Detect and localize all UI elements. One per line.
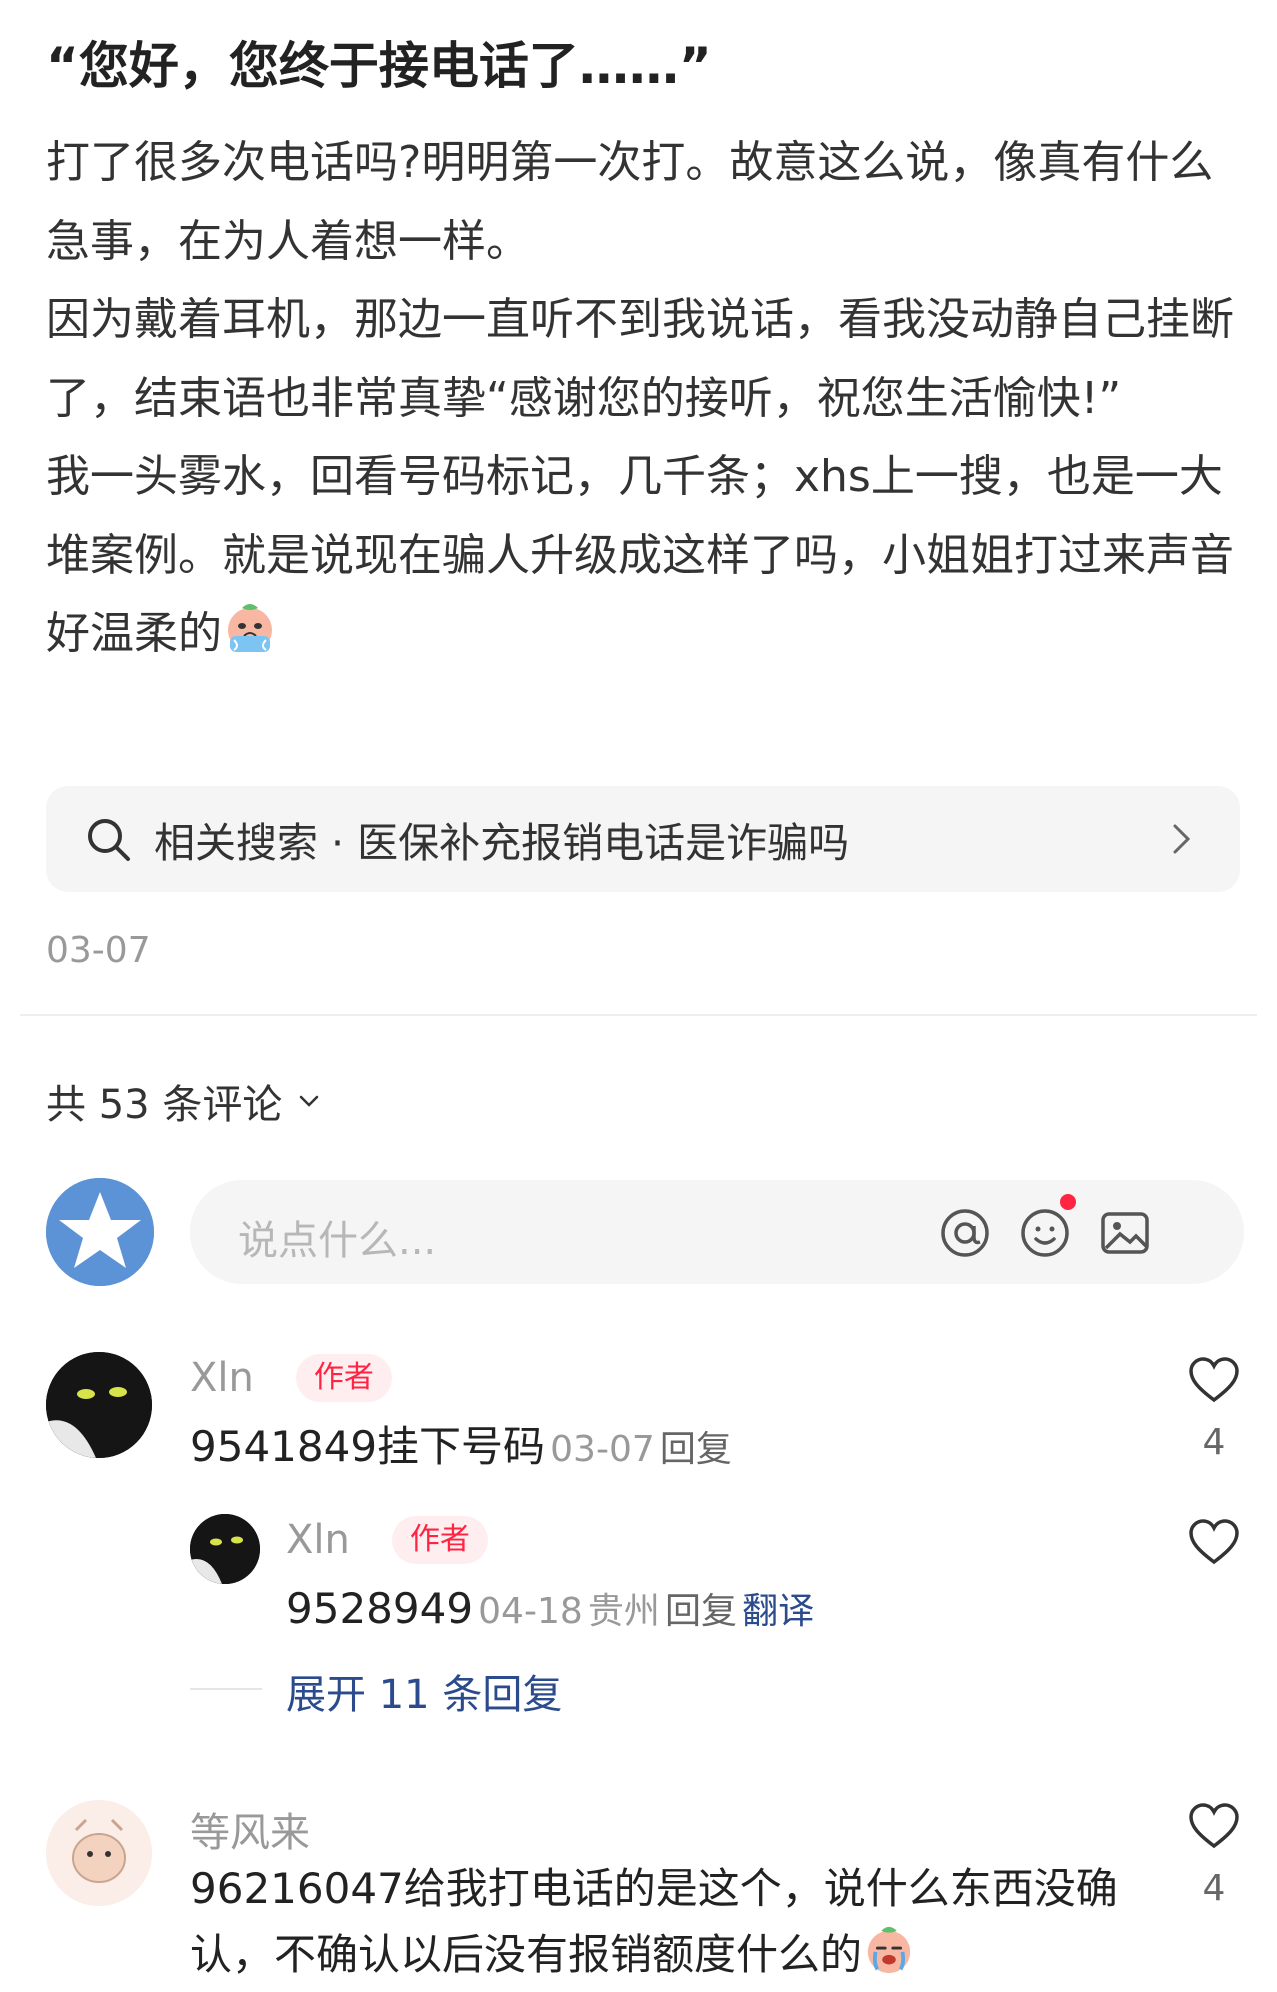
comment-body[interactable]: 96216047给我打电话的是这个，说什么东西没确认，不确认以后没有报销额度什么… [190,1856,1120,1988]
my-avatar[interactable] [46,1178,154,1286]
author-badge: 作者 [391,1516,488,1564]
crying-emoji-icon [228,604,272,652]
black-cat-avatar-icon [46,1352,152,1458]
reply-button[interactable]: 回复 [665,1591,737,1632]
notification-dot [1060,1194,1076,1210]
post-paragraph-2: 因为戴着耳机，那边一直听不到我说话，看我没动静自己挂断了，结束语也非常真挚“感谢… [46,294,1234,424]
post-paragraph-3: 我一头雾水，回看号码标记，几千条；xhs上一搜，也是一大堆案例。就是说现在骗人升… [46,438,1236,674]
hamster-avatar-icon [46,1800,152,1906]
crying-face-emoji-icon [867,1926,911,1974]
like-count: 4 [1202,1422,1226,1463]
comments-count-toggle[interactable]: 共 53 条评论 [46,1072,324,1130]
reply-author-name[interactable]: Xln [286,1517,350,1563]
search-icon [88,819,130,861]
expand-divider [190,1688,262,1690]
comment-header: Xln 作者 [190,1354,392,1402]
commenter-name[interactable]: Xln [190,1355,254,1401]
black-cat-avatar-icon [190,1514,260,1584]
mention-icon[interactable] [938,1206,992,1260]
comment-input[interactable]: 说点什么... [190,1180,1244,1284]
comment-text: 9541849挂下号码 [190,1422,546,1471]
commenter-name[interactable]: 等风来 [190,1800,310,1858]
reply-avatar[interactable] [190,1514,260,1584]
related-search-label: 相关搜索 · 医保补充报销电话是诈骗吗 [154,819,850,867]
post-title: “您好，您终于接电话了……” [46,37,712,95]
post-paragraph-1: 打了很多次电话吗?明明第一次打。故意这么说，像真有什么急事，在为人着想一样。 [46,137,1214,267]
comment-body[interactable]: 9541849挂下号码 03-07 回复 [190,1414,732,1480]
chevron-right-icon [1173,824,1191,854]
reply-text: 9528949 [286,1584,474,1633]
chevron-down-icon [300,1095,319,1107]
image-icon[interactable] [1098,1206,1152,1260]
related-search-bar[interactable]: 相关搜索 · 医保补充报销电话是诈骗吗 [46,786,1240,892]
divider [20,1014,1257,1016]
comment-text: 96216047给我打电话的是这个，说什么东西没确认，不确认以后没有报销额度什么… [190,1864,1118,1979]
author-badge: 作者 [295,1354,392,1402]
comments-count-label: 共 53 条评论 [46,1082,283,1128]
commenter-avatar[interactable] [46,1800,152,1906]
star-avatar-icon [46,1178,154,1286]
commenter-avatar[interactable] [46,1352,152,1458]
reply-body[interactable]: 9528949 04-18 贵州 回复 翻译 [286,1576,814,1642]
comment-date: 03-07 [550,1429,655,1470]
heart-icon[interactable] [1188,1356,1240,1404]
reply-button[interactable]: 回复 [660,1429,732,1470]
heart-icon[interactable] [1188,1518,1240,1566]
post-body: 打了很多次电话吗?明明第一次打。故意这么说，像真有什么急事，在为人着想一样。 因… [46,124,1236,674]
heart-icon[interactable] [1188,1802,1240,1850]
translate-button[interactable]: 翻译 [742,1591,814,1632]
post-date: 03-07 [46,930,151,971]
like-count: 4 [1202,1868,1226,1909]
emoji-icon[interactable] [1018,1206,1072,1260]
comment-input-placeholder: 说点什么... [238,1218,437,1264]
reply-header: Xln 作者 [286,1516,488,1564]
reply-location: 贵州 [587,1591,660,1632]
expand-replies-button[interactable]: 展开 11 条回复 [286,1662,562,1720]
reply-date: 04-18 [478,1591,583,1632]
